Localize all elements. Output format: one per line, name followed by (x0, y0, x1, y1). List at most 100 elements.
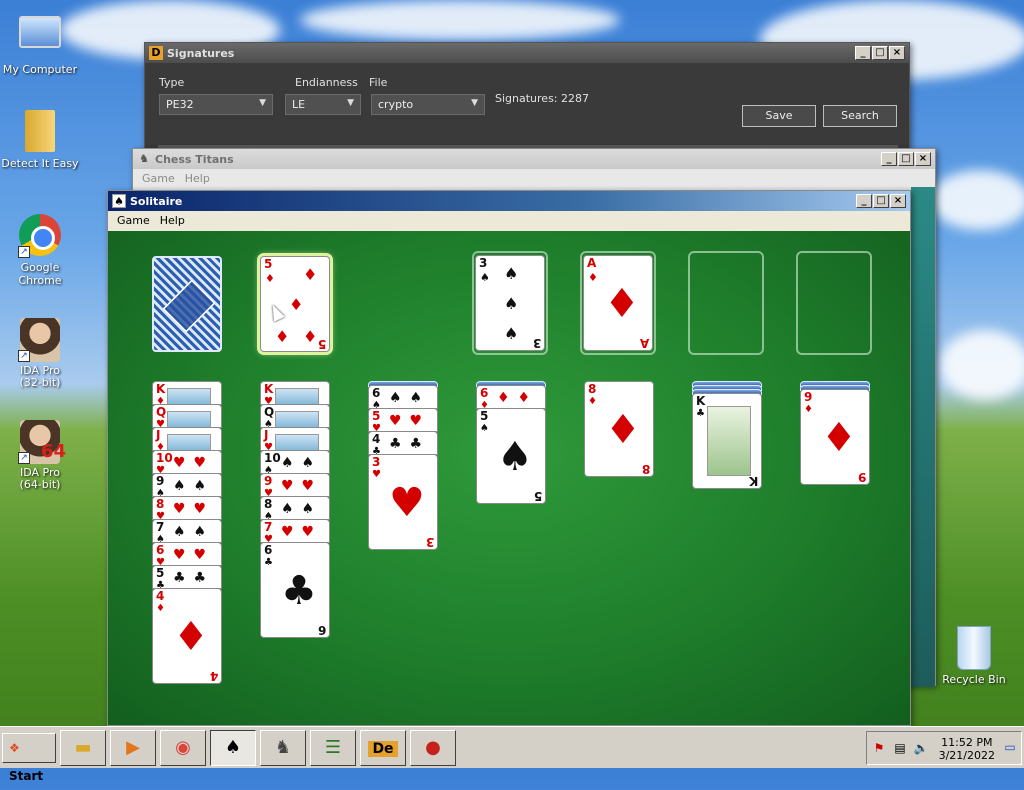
minimize-button[interactable]: _ (856, 194, 872, 208)
taskbar-die[interactable]: De (360, 729, 406, 766)
taskbar-media-player[interactable]: ▶ (110, 729, 156, 766)
desktop-icon-label: My Computer (2, 63, 78, 76)
maximize-button[interactable]: □ (872, 46, 888, 60)
foundation-slot-2[interactable]: A ♦ ♦ A (580, 251, 656, 355)
stock-pile[interactable] (152, 256, 222, 352)
card-pips: ♣♣ (173, 570, 215, 586)
card-rank: 5 (264, 257, 273, 271)
waste-card[interactable]: 5 ♦ ♦ ♦ ♦ ♦ 5 (260, 256, 330, 352)
computer-icon (19, 16, 61, 48)
tableau-card[interactable]: 3 ♥ ♥ 3 (368, 454, 438, 550)
tableau-card[interactable]: K ♣ K (692, 393, 762, 489)
tableau-card[interactable]: 6 ♠ ♠♠ (368, 385, 438, 411)
chess-icon: ♞ (139, 152, 149, 165)
tableau-card[interactable]: Q ♠ (260, 404, 330, 430)
endianness-value: LE (292, 98, 306, 111)
type-select[interactable]: PE32 ▼ (159, 94, 273, 115)
taskbar-solitaire[interactable]: ♠ (210, 729, 256, 766)
menu-game[interactable]: Game (137, 172, 180, 185)
diamond-icon: ♦ (604, 281, 640, 327)
tableau-card[interactable]: 5 ♠ ♠ 5 (476, 408, 546, 504)
volume-icon[interactable]: 🔈 (912, 741, 930, 755)
tableau-card[interactable]: 9 ♠ ♠♠ (152, 473, 222, 499)
signatures-titlebar[interactable]: D Signatures _ □ × (145, 43, 909, 63)
show-desktop-icon[interactable]: ▭ (1001, 740, 1019, 754)
close-button[interactable]: × (890, 194, 906, 208)
shortcut-arrow-icon: ↗ (18, 452, 30, 464)
save-button[interactable]: Save (742, 105, 816, 127)
tableau-card[interactable]: 10 ♥ ♥♥ (152, 450, 222, 476)
tableau-card[interactable]: 5 ♥ ♥♥ (368, 408, 438, 434)
card-pips: ♠♠ (173, 478, 215, 494)
recycle-bin-icon (957, 626, 991, 670)
spade-icon: ♠ (504, 294, 519, 313)
tableau-card[interactable]: 6 ♣ ♣ 6 (260, 542, 330, 638)
system-tray: ⚑ ▤ 🔈 11:52 PM 3/21/2022 ▭ (866, 731, 1022, 765)
menu-help[interactable]: Help (180, 172, 215, 185)
desktop-icon-label: Detect It Easy (1, 157, 79, 170)
tableau-card[interactable]: 9 ♦ ♦ 9 (800, 389, 870, 485)
foundation-card[interactable]: 3 ♠ ♠ ♠ ♠ 3 (475, 255, 545, 351)
tableau-card[interactable]: K ♦ (152, 381, 222, 407)
card-pips: ♠♠ (173, 524, 215, 540)
tableau-card[interactable]: 8 ♠ ♠♠ (260, 496, 330, 522)
network-warning-icon[interactable]: ⚑ (870, 741, 888, 755)
close-button[interactable]: × (889, 46, 905, 60)
start-button[interactable]: ❖ Start (2, 732, 56, 783)
tableau-card[interactable]: 9 ♥ ♥♥ (260, 473, 330, 499)
desktop-icon-my-computer[interactable]: My Computer (0, 12, 80, 76)
desktop-icon-google-chrome[interactable]: ↗ Google Chrome (0, 214, 80, 287)
windows-flag-icon: ❖ (9, 740, 20, 755)
foundation-slot-4[interactable] (796, 251, 872, 355)
taskbar-file-explorer[interactable]: ▬ (60, 729, 106, 766)
search-button[interactable]: Search (823, 105, 897, 127)
clock[interactable]: 11:52 PM 3/21/2022 (939, 736, 995, 762)
card-pips: ♥♥ (173, 455, 215, 471)
card-rank-bottom: 6 (317, 623, 326, 637)
chess-titlebar[interactable]: ♞ Chess Titans _ □ × (133, 149, 935, 169)
tableau-card[interactable]: 5 ♣ ♣♣ (152, 565, 222, 591)
menu-game[interactable]: Game (112, 214, 155, 227)
ida-red-icon: ● (425, 736, 441, 758)
card-suit: ♣ (264, 557, 273, 568)
menu-help[interactable]: Help (155, 214, 190, 227)
endianness-select[interactable]: LE ▼ (285, 94, 361, 115)
taskbar-chrome[interactable]: ◉ (160, 729, 206, 766)
minimize-button[interactable]: _ (881, 152, 897, 166)
desktop-icon-detect-it-easy[interactable]: Detect It Easy (0, 110, 80, 170)
maximize-button[interactable]: □ (873, 194, 889, 208)
tableau-card[interactable]: 8 ♥ ♥♥ (152, 496, 222, 522)
media-player-icon: ▶ (126, 736, 140, 758)
foundation-card[interactable]: A ♦ ♦ A (583, 255, 653, 351)
close-button[interactable]: × (915, 152, 931, 166)
desktop-icon-recycle-bin[interactable]: Recycle Bin (934, 626, 1014, 686)
tableau-card[interactable]: 4 ♦ ♦ 4 (152, 588, 222, 684)
taskbar-list[interactable]: ☰ (310, 729, 356, 766)
network-icon[interactable]: ▤ (891, 741, 909, 755)
tableau-card[interactable]: K ♥ (260, 381, 330, 407)
tableau-card[interactable]: 6 ♥ ♥♥ (152, 542, 222, 568)
tableau-card[interactable]: 6 ♦ ♦♦ (476, 385, 546, 411)
tableau-card[interactable]: J ♥ (260, 427, 330, 453)
foundation-slot-1[interactable]: 3 ♠ ♠ ♠ ♠ 3 (472, 251, 548, 355)
taskbar-ida[interactable]: ● (410, 729, 456, 766)
tableau-card[interactable]: 7 ♠ ♠♠ (152, 519, 222, 545)
desktop-icon-ida-64[interactable]: ↗ 64 IDA Pro (64-bit) (0, 420, 80, 491)
file-select[interactable]: crypto ▼ (371, 94, 485, 115)
tableau-card[interactable]: Q ♥ (152, 404, 222, 430)
tableau-card[interactable]: 7 ♥ ♥♥ (260, 519, 330, 545)
tableau-card[interactable]: 4 ♣ ♣♣ (368, 431, 438, 457)
tableau-card[interactable]: 8 ♦ ♦ 8 (584, 381, 654, 477)
maximize-button[interactable]: □ (898, 152, 914, 166)
tableau-card[interactable]: J ♦ (152, 427, 222, 453)
tableau-card[interactable]: 10 ♠ ♠♠ (260, 450, 330, 476)
cloud (940, 330, 1024, 400)
solitaire-titlebar[interactable]: ♠ Solitaire _ □ × (108, 191, 910, 211)
die-icon: D (149, 46, 163, 60)
desktop-icon-ida-32[interactable]: ↗ IDA Pro (32-bit) (0, 318, 80, 389)
card-suit: ♦ (804, 404, 813, 415)
minimize-button[interactable]: _ (855, 46, 871, 60)
foundation-slot-3[interactable] (688, 251, 764, 355)
taskbar-chess[interactable]: ♞ (260, 729, 306, 766)
clock-date: 3/21/2022 (938, 749, 995, 762)
